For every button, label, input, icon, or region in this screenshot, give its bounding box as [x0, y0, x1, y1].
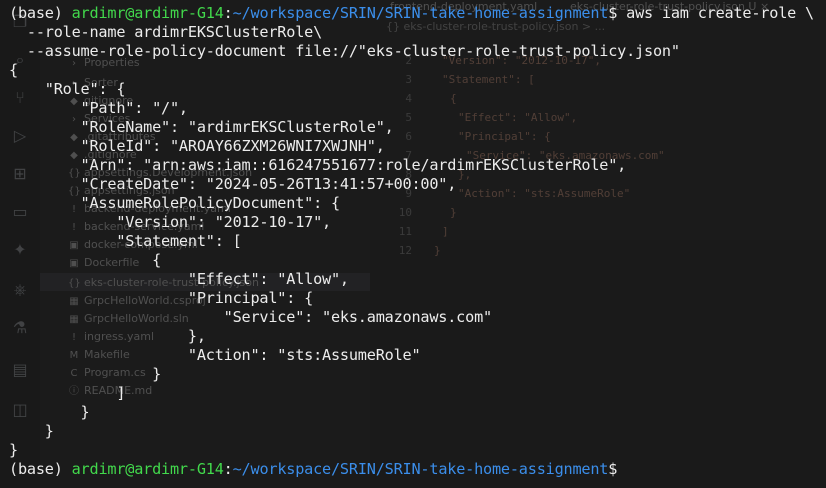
- output-line: "Version": "2012-10-17",: [9, 213, 331, 231]
- output-line: }: [9, 422, 54, 440]
- command-continuation-line: --role-name ardimrEKSClusterRole\: [9, 23, 323, 41]
- output-line: "Action": "sts:AssumeRole": [9, 346, 421, 364]
- prompt-line: (base) ardimr@ardimr-G14:~/workspace/SRI…: [9, 4, 814, 23]
- prompt-separator: :: [223, 460, 233, 478]
- output-line: "CreateDate": "2024-05-26T13:41:57+00:00…: [9, 175, 457, 193]
- output-line: {: [9, 251, 162, 269]
- command-text: aws iam create-role \: [617, 4, 814, 22]
- output-line: "Statement": [: [9, 232, 242, 250]
- output-line: "Path": "/",: [9, 99, 189, 117]
- terminal-cursor: [617, 458, 625, 474]
- output-line: ]: [9, 384, 126, 402]
- prompt-symbol: $: [608, 460, 618, 478]
- prompt-separator: :: [223, 4, 233, 22]
- user-host: ardimr@ardimr-G14: [71, 4, 224, 22]
- output-line: "AssumeRolePolicyDocument": {: [9, 194, 341, 212]
- prompt-line-current[interactable]: (base) ardimr@ardimr-G14:~/workspace/SRI…: [9, 458, 625, 478]
- output-line: },: [9, 327, 206, 345]
- conda-env: (base): [9, 460, 72, 478]
- working-directory: ~/workspace/SRIN/SRIN-take-home-assignme…: [232, 4, 609, 22]
- command-continuation-line: --assume-role-policy-document file://"ek…: [9, 42, 680, 60]
- output-line: "Principal": {: [9, 289, 314, 307]
- output-line: "Role": {: [9, 80, 126, 98]
- output-line: "RoleId": "AROAY66ZXM26WNI7XWJNH",: [9, 137, 385, 155]
- working-directory: ~/workspace/SRIN/SRIN-take-home-assignme…: [232, 460, 609, 478]
- output-line: "Service": "eks.amazonaws.com": [9, 308, 493, 326]
- output-line: {: [9, 61, 18, 79]
- output-line: "Arn": "arn:aws:iam::616247551677:role/a…: [9, 156, 627, 174]
- conda-env: (base): [9, 4, 72, 22]
- output-line: "RoleName": "ardimrEKSClusterRole",: [9, 118, 394, 136]
- prompt-symbol: $: [608, 4, 618, 22]
- output-line: }: [9, 403, 90, 421]
- user-host: ardimr@ardimr-G14: [71, 460, 224, 478]
- output-line: "Effect": "Allow",: [9, 270, 349, 288]
- output-line: }: [9, 365, 162, 383]
- terminal[interactable]: (base) ardimr@ardimr-G14:~/workspace/SRI…: [0, 0, 826, 488]
